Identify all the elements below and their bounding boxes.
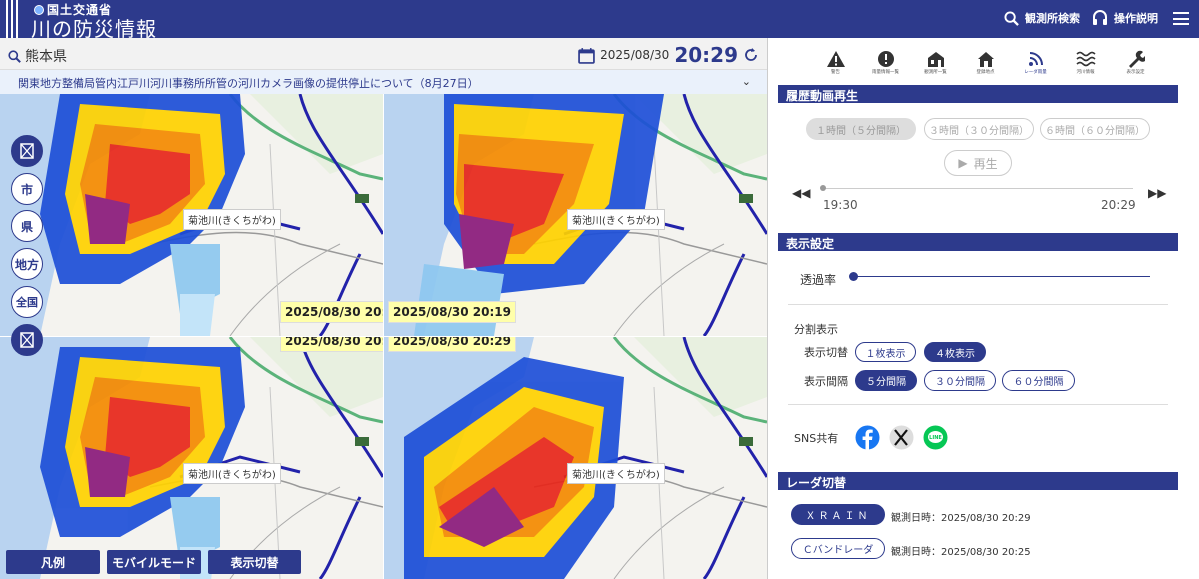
single-view-button[interactable]: １枚表示	[855, 342, 916, 362]
layer-toggle-button-2[interactable]	[11, 324, 43, 356]
station-list-nav[interactable]: 観測所一覧	[918, 50, 953, 75]
sns-share-label: SNS共有	[794, 432, 839, 445]
river-label: 菊池川(きくちがわ)	[183, 463, 281, 484]
logo-stripes	[6, 0, 20, 38]
location-bar: 熊本県 2025/08/30 20:29	[0, 38, 767, 70]
opacity-label: 透過率	[800, 273, 837, 287]
xrain-observation-time: 観測日時：2025/08/30 20:29	[891, 513, 1031, 524]
station-search-button[interactable]: 観測所検索	[1004, 10, 1080, 26]
home-icon	[977, 52, 994, 67]
divider	[788, 404, 1168, 405]
prefecture-selector[interactable]: 熊本県	[8, 46, 67, 66]
radar-map-3	[0, 337, 383, 579]
timestamp-4: 2025/08/30 20:29	[388, 337, 516, 352]
map-panel-3[interactable]: 菊池川(きくちがわ) 2025/08/30 20:24	[0, 337, 383, 579]
quad-view-button[interactable]: ４枚表示	[924, 342, 986, 362]
timestamp-3: 2025/08/30 20:24	[280, 337, 383, 352]
alert-circle-icon	[877, 51, 894, 67]
warning-nav[interactable]: 警告	[818, 50, 853, 75]
opacity-slider-handle[interactable]	[849, 272, 858, 281]
river-label: 菊池川(きくちがわ)	[567, 463, 665, 484]
refresh-icon[interactable]	[743, 47, 759, 63]
current-date: 2025/08/30	[600, 48, 670, 62]
chevron-down-icon[interactable]: ⌄	[742, 75, 751, 88]
history-end-time: 20:29	[1101, 198, 1136, 212]
notice-banner[interactable]: 関東地方整備局管内江戸川河川事務所所管の河川カメラ画像の提供停止について（8月2…	[0, 70, 767, 94]
view-toggle-label: 表示切替	[804, 346, 848, 359]
rain-list-nav[interactable]: 雨量情報一覧	[868, 50, 903, 75]
facebook-icon[interactable]	[855, 425, 880, 450]
map-panel-4[interactable]: 菊池川(きくちがわ) 2025/08/30 20:29	[384, 337, 767, 579]
region-button[interactable]: 地方	[11, 248, 43, 280]
xrain-button[interactable]: ＸＲＡＩＮ	[791, 504, 885, 525]
line-icon[interactable]: LINE	[923, 425, 948, 450]
c-band-observation-time: 観測日時：2025/08/30 20:25	[891, 547, 1031, 558]
function-icons: 警告 雨量情報一覧 観測所一覧 登録地点 レーダ雨量 河川情報 表示設定	[818, 50, 1153, 75]
display-section-header: 表示設定	[778, 233, 1178, 251]
split-view-label: 分割表示	[794, 323, 838, 336]
city-button[interactable]: 市	[11, 173, 43, 205]
opacity-slider[interactable]	[854, 276, 1150, 277]
settings-nav[interactable]: 表示設定	[1118, 50, 1153, 75]
history-slider[interactable]	[823, 188, 1133, 189]
datetime-display: 2025/08/30 20:29	[578, 43, 759, 67]
play-button[interactable]: ▶ 再生	[944, 150, 1012, 176]
headset-icon	[1093, 10, 1107, 25]
map-panel-1[interactable]: 菊池川(きくちがわ) 2025/08/30 20:14	[0, 94, 383, 336]
history-start-time: 19:30	[823, 198, 858, 212]
legend-button[interactable]: 凡例	[6, 550, 100, 574]
search-icon	[8, 49, 21, 63]
play-icon: ▶	[958, 156, 968, 170]
saved-location-nav[interactable]: 登録地点	[968, 50, 1003, 75]
range-1h-button[interactable]: １時間（５分間隔）	[806, 118, 916, 140]
grid-icon	[20, 332, 34, 348]
river-label: 菊池川(きくちがわ)	[183, 209, 281, 230]
calendar-icon[interactable]	[578, 47, 595, 64]
menu-icon[interactable]	[1173, 12, 1189, 25]
c-band-radar-button[interactable]: Ｃバンドレーダ	[791, 538, 885, 559]
sidebar: 警告 雨量情報一覧 観測所一覧 登録地点 レーダ雨量 河川情報 表示設定 履歴動…	[767, 38, 1199, 579]
radar-rain-nav[interactable]: レーダ雨量	[1018, 50, 1053, 75]
svg-text:LINE: LINE	[929, 435, 942, 441]
map-area[interactable]: 菊池川(きくちがわ) 2025/08/30 20:14 菊池川(きくちがわ) 2…	[0, 94, 767, 579]
prefecture-button[interactable]: 県	[11, 210, 43, 242]
fast-forward-icon[interactable]: ▶▶	[1148, 186, 1166, 200]
history-section-header: 履歴動画再生	[778, 85, 1178, 103]
radar-section-header: レーダ切替	[778, 472, 1178, 490]
divider	[788, 304, 1168, 305]
water-waves-icon	[1075, 51, 1096, 67]
current-time: 20:29	[674, 43, 738, 67]
range-3h-button[interactable]: ３時間（３０分間隔）	[924, 118, 1034, 140]
mobile-mode-button[interactable]: モバイルモード	[107, 550, 201, 574]
interval-label: 表示間隔	[804, 375, 848, 388]
wrench-icon	[1128, 50, 1145, 68]
interval-30min-button[interactable]: ３０分間隔	[924, 370, 996, 391]
history-slider-handle[interactable]	[820, 185, 826, 191]
help-button[interactable]: 操作説明	[1092, 10, 1158, 26]
radar-signal-icon	[1028, 52, 1043, 66]
notice-link[interactable]: 関東地方整備局管内江戸川河川事務所所管の河川カメラ画像の提供停止について（8月2…	[18, 77, 479, 90]
nationwide-button[interactable]: 全国	[11, 286, 43, 318]
rewind-icon[interactable]: ◀◀	[792, 186, 810, 200]
timestamp-2: 2025/08/30 20:19	[388, 301, 516, 323]
building-icon	[927, 52, 944, 67]
warning-icon	[826, 51, 845, 67]
search-icon	[1004, 10, 1019, 26]
interval-5min-button[interactable]: ５分間隔	[855, 370, 917, 391]
interval-60min-button[interactable]: ６０分間隔	[1002, 370, 1075, 391]
timestamp-1: 2025/08/30 20:14	[280, 301, 383, 323]
app-header: 国土交通省 川の防災情報 観測所検索 操作説明	[0, 0, 1199, 41]
map-panel-2[interactable]: 菊池川(きくちがわ) 2025/08/30 20:19	[384, 94, 767, 336]
display-toggle-button[interactable]: 表示切替	[208, 550, 301, 574]
grid-icon	[20, 143, 34, 159]
radar-map-4	[384, 337, 767, 579]
river-label: 菊池川(きくちがわ)	[567, 209, 665, 230]
layer-toggle-button[interactable]	[11, 135, 43, 167]
river-info-nav[interactable]: 河川情報	[1068, 50, 1103, 75]
range-6h-button[interactable]: ６時間（６０分間隔）	[1040, 118, 1150, 140]
x-icon[interactable]	[889, 425, 914, 450]
